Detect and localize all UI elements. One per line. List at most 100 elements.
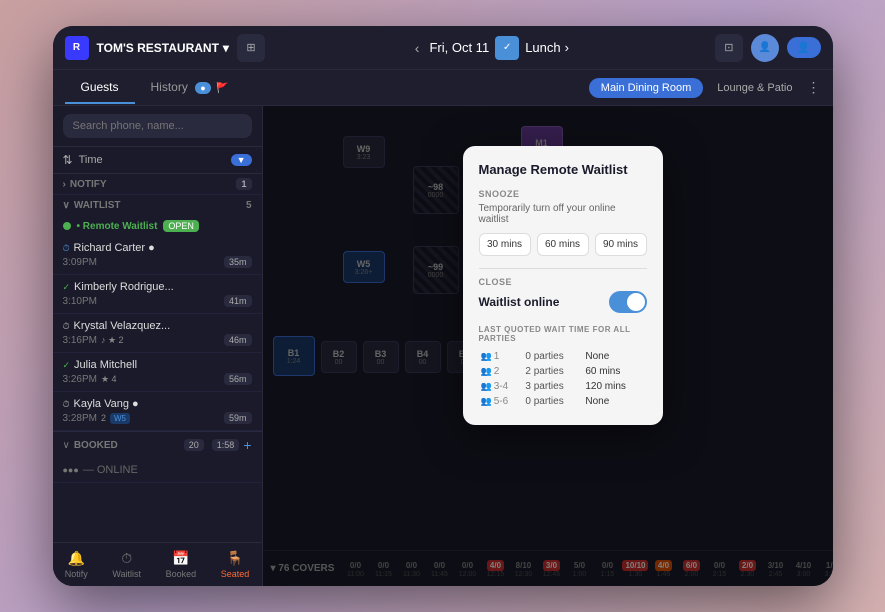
sort-label: Time — [79, 154, 225, 166]
guest-time: 3:10PM — [63, 296, 97, 307]
wait-time-table: 👥10 partiesNone👥22 parties60 mins👥3-43 p… — [479, 349, 647, 409]
guest-item[interactable]: ✓ Julia Mitchell 3:26PM ★ 4 56m — [53, 353, 262, 392]
layout-icon[interactable]: ⊡ — [715, 34, 743, 62]
sidebar-scroll: › NOTIFY 1 ∨ WAITLIST 5 • Remote Waitlis… — [53, 174, 262, 542]
guest-time: 3:09PM — [63, 257, 97, 268]
guest-item[interactable]: ⏱ Krystal Velazquez... 3:16PM ♪ ★ 2 46m — [53, 314, 262, 353]
w5-tag: W5 — [110, 413, 130, 424]
wait-badge: 35m — [224, 256, 252, 268]
waitlist-toggle-row: Waitlist online — [479, 291, 647, 313]
guest-meta: 3:26PM ★ 4 56m — [63, 373, 252, 385]
sub-navigation: Guests History ● 🚩 Main Dining Room Loun… — [53, 70, 833, 106]
modal-title: Manage Remote Waitlist — [479, 162, 647, 177]
open-badge: OPEN — [163, 220, 199, 232]
search-bar — [53, 106, 262, 147]
guest-item[interactable]: ⏱ Kayla Vang ● 3:28PM 2 W5 59m — [53, 392, 262, 431]
bottom-nav-seated[interactable]: 🪑 Seated — [213, 546, 258, 583]
guest-meta: 3:10PM 41m — [63, 295, 252, 307]
guest-meta: 3:28PM 2 W5 59m — [63, 412, 252, 424]
guest-name: Richard Carter ● — [74, 242, 155, 254]
waitlist-count: 5 — [246, 200, 252, 211]
bottom-nav-waitlist[interactable]: ⏱ Waitlist — [104, 546, 149, 583]
guest-name: Kayla Vang ● — [74, 398, 139, 410]
notify-count: 1 — [236, 178, 251, 190]
guest-name: Kimberly Rodrigue... — [74, 281, 174, 293]
notify-icon: 🔔 — [68, 550, 85, 567]
filter-badge: ▼ — [231, 154, 252, 166]
sort-icon: ⇅ — [63, 153, 73, 167]
dining-room-button[interactable]: Main Dining Room — [589, 78, 703, 98]
guest-name: — ONLINE — [83, 464, 138, 476]
patio-button[interactable]: Lounge & Patio — [709, 78, 800, 98]
history-badge: ● — [195, 82, 210, 94]
guest-item[interactable]: ⏱ Richard Carter ● 3:09PM 35m — [53, 236, 262, 275]
waitlist-toggle-label: Waitlist online — [479, 295, 560, 309]
subnav-right: Main Dining Room Lounge & Patio ⋮ — [589, 78, 821, 98]
bottom-nav-notify[interactable]: 🔔 Notify — [57, 546, 96, 583]
wait-badge: 46m — [224, 334, 252, 346]
guest-time: 3:26PM — [63, 374, 97, 385]
search-input[interactable] — [63, 114, 252, 138]
guest-party: 2 — [101, 413, 106, 423]
waitlist-icon: ⏱ — [121, 550, 132, 567]
restaurant-logo: R — [65, 36, 89, 60]
modal-overlay: Manage Remote Waitlist SNOOZE Temporaril… — [263, 106, 833, 586]
meal-selector[interactable]: Lunch › — [525, 40, 569, 55]
bottom-nav-booked[interactable]: 📅 Booked — [158, 546, 205, 583]
tab-history[interactable]: History ● 🚩 — [135, 72, 245, 104]
sort-row[interactable]: ⇅ Time ▼ — [53, 147, 262, 174]
toggle-knob — [627, 293, 645, 311]
wait-badge: 59m — [224, 412, 252, 424]
guest-item[interactable]: ●●● — ONLINE — [53, 458, 262, 483]
bottom-navigation: 🔔 Notify ⏱ Waitlist 📅 Booked 🪑 Seated — [53, 542, 262, 586]
booked-count: 20 — [184, 439, 204, 451]
snooze-60-button[interactable]: 60 mins — [537, 233, 589, 256]
user-avatar-1[interactable]: 👤 — [751, 34, 779, 62]
seated-icon: 🪑 — [226, 550, 243, 567]
user-avatar-2[interactable]: 👤 — [787, 37, 821, 58]
guest-name: Julia Mitchell — [74, 359, 137, 371]
guest-item[interactable]: ✓ Kimberly Rodrigue... 3:10PM 41m — [53, 275, 262, 314]
nav-right-actions: ⊡ 👤 👤 — [715, 34, 821, 62]
guest-party: ★ 4 — [101, 374, 117, 385]
prev-arrow[interactable]: ‹ — [411, 40, 424, 56]
modal-divider — [479, 268, 647, 269]
main-content: ⇅ Time ▼ › NOTIFY 1 ∨ WAITLIST 5 — [53, 106, 833, 586]
guest-name: Krystal Velazquez... — [74, 320, 171, 332]
remote-waitlist-label: • Remote Waitlist — [77, 221, 158, 232]
close-section-label: CLOSE — [479, 277, 647, 287]
date-navigation: ‹ Fri, Oct 11 ✓ Lunch › — [411, 36, 569, 60]
waitlist-online-row: • Remote Waitlist OPEN — [53, 216, 262, 236]
more-options-button[interactable]: ⋮ — [807, 79, 821, 96]
tab-guests[interactable]: Guests — [65, 72, 135, 104]
guest-time: 3:28PM — [63, 413, 97, 424]
wait-time-row: 👥22 parties60 mins — [479, 364, 647, 379]
booked-label: BOOKED — [74, 440, 118, 451]
wait-time-row: 👥5-60 partiesNone — [479, 394, 647, 409]
guest-meta: 3:09PM 35m — [63, 256, 252, 268]
snooze-buttons: 30 mins 60 mins 90 mins — [479, 233, 647, 256]
wait-time-row: 👥3-43 parties120 mins — [479, 379, 647, 394]
notify-section: › NOTIFY 1 — [53, 174, 262, 195]
wait-badge: 41m — [224, 295, 252, 307]
wait-time-header: LAST QUOTED WAIT TIME FOR ALL PARTIES — [479, 325, 647, 343]
guest-party: ♪ ★ 2 — [101, 335, 124, 346]
date-confirm-button[interactable]: ✓ — [495, 36, 519, 60]
snooze-90-button[interactable]: 90 mins — [595, 233, 647, 256]
online-indicator — [63, 222, 71, 230]
snooze-30-button[interactable]: 30 mins — [479, 233, 531, 256]
restaurant-name[interactable]: TOM'S RESTAURANT ▾ — [97, 41, 229, 55]
snooze-section-label: SNOOZE — [479, 189, 647, 199]
booked-header: ∨ BOOKED 20 1:58 + — [53, 431, 262, 458]
calendar-icon[interactable]: ⊞ — [237, 34, 265, 62]
notify-label: › NOTIFY 1 — [63, 178, 252, 190]
booked-time: 1:58 — [212, 439, 240, 451]
right-panel: W93:23~980000M11:50M20000M400M500M30000W… — [263, 106, 833, 586]
manage-waitlist-modal: Manage Remote Waitlist SNOOZE Temporaril… — [463, 146, 663, 425]
wait-time-row: 👥10 partiesNone — [479, 349, 647, 364]
snooze-description: Temporarily turn off your online waitlis… — [479, 203, 647, 225]
guest-time: 3:16PM — [63, 335, 97, 346]
sidebar: ⇅ Time ▼ › NOTIFY 1 ∨ WAITLIST 5 — [53, 106, 263, 586]
waitlist-toggle[interactable] — [609, 291, 647, 313]
add-booked-button[interactable]: + — [243, 437, 251, 453]
